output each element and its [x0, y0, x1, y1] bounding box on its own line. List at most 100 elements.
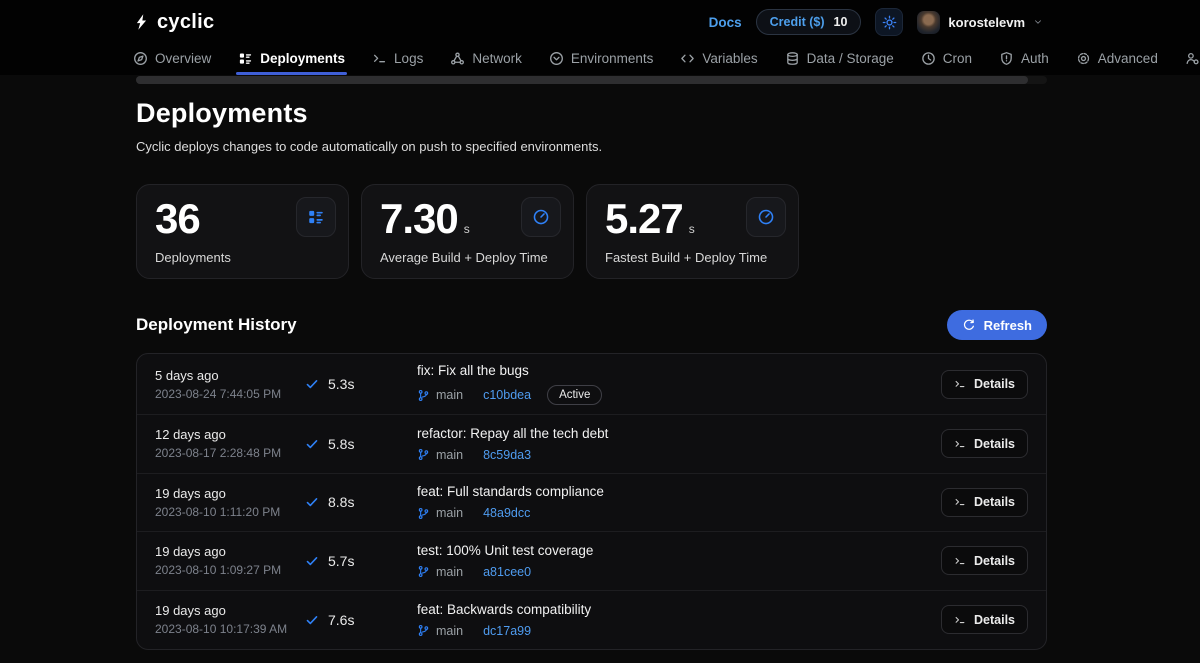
deployment-row: 12 days ago 2023-08-17 2:28:48 PM 5.8s r… — [137, 415, 1046, 474]
terminal-icon — [954, 496, 966, 508]
docs-link[interactable]: Docs — [709, 15, 742, 30]
deployments-page: Deployments Cyclic deploys changes to co… — [0, 84, 1200, 650]
details-label: Details — [974, 495, 1015, 509]
details-label: Details — [974, 437, 1015, 451]
deploy-duration: 8.8s — [328, 494, 354, 510]
deploy-timestamp: 2023-08-10 10:17:39 AM — [155, 622, 305, 636]
details-label: Details — [974, 554, 1015, 568]
stat-value: 7.30 — [380, 195, 458, 242]
stat-label: Average Build + Deploy Time — [380, 250, 548, 265]
tab-overview[interactable]: Overview — [133, 44, 211, 75]
refresh-button[interactable]: Refresh — [947, 310, 1047, 340]
stat-unit: s — [464, 222, 470, 236]
history-header: Deployment History Refresh — [136, 310, 1047, 340]
branch-name: main — [436, 624, 463, 638]
terminal-icon — [954, 378, 966, 390]
commit-message: refactor: Repay all the tech debt — [417, 426, 948, 441]
avatar — [917, 11, 940, 34]
tab-cron[interactable]: Cron — [921, 44, 972, 75]
deployment-row: 19 days ago 2023-08-10 1:11:20 PM 8.8s f… — [137, 474, 1046, 533]
app-logo[interactable]: cyclic — [133, 10, 214, 34]
overview-icon — [133, 51, 148, 66]
credit-value: 10 — [834, 15, 848, 29]
credit-badge[interactable]: Credit ($) 10 — [756, 9, 862, 35]
terminal-icon — [372, 51, 387, 66]
git-branch-icon — [417, 507, 430, 520]
tab-network[interactable]: Network — [450, 44, 522, 75]
database-icon — [785, 51, 800, 66]
deployments-icon — [296, 197, 336, 237]
stat-card: 36 Deployments — [136, 184, 349, 279]
stat-value: 36 — [155, 195, 200, 242]
deploy-duration: 7.6s — [328, 612, 354, 628]
terminal-icon — [954, 555, 966, 567]
details-button[interactable]: Details — [941, 429, 1028, 458]
timer-icon — [521, 197, 561, 237]
deploy-timestamp: 2023-08-10 1:11:20 PM — [155, 505, 305, 519]
tab-variables[interactable]: Variables — [680, 44, 757, 75]
nav-scrollbar-thumb[interactable] — [136, 76, 1028, 84]
branch-name: main — [436, 388, 463, 402]
commit-message: feat: Backwards compatibility — [417, 602, 948, 617]
commit-hash-link[interactable]: c10bdea — [483, 388, 531, 402]
tab-deployments[interactable]: Deployments — [238, 44, 345, 75]
chevron-down-icon — [1033, 17, 1043, 27]
deployments-icon — [238, 51, 253, 66]
logo-text: cyclic — [157, 11, 214, 34]
tab-logs[interactable]: Logs — [372, 44, 423, 75]
stat-value: 5.27 — [605, 195, 683, 242]
history-title: Deployment History — [136, 315, 297, 335]
tab-advanced[interactable]: Advanced — [1076, 44, 1158, 75]
deploy-age: 5 days ago — [155, 368, 305, 383]
refresh-icon — [962, 318, 976, 332]
nav-scrollbar[interactable] — [136, 76, 1047, 84]
admin-icon — [1185, 51, 1200, 66]
details-label: Details — [974, 613, 1015, 627]
commit-message: feat: Full standards compliance — [417, 484, 948, 499]
user-menu[interactable]: korostelevm — [917, 11, 1043, 34]
commit-hash-link[interactable]: 48a9dcc — [483, 506, 530, 520]
stat-card: 5.27s Fastest Build + Deploy Time — [586, 184, 799, 279]
stats-row: 36 Deployments 7.30 s Average Build + Dep… — [136, 184, 1047, 279]
username: korostelevm — [948, 15, 1025, 30]
app-header: cyclic Docs Credit ($) 10 korostelevm — [0, 0, 1200, 44]
branch-name: main — [436, 506, 463, 520]
page-subtitle: Cyclic deploys changes to code automatic… — [136, 139, 1047, 154]
details-button[interactable]: Details — [941, 488, 1028, 517]
active-badge: Active — [547, 385, 602, 405]
stat-card: 7.30 s Average Build + Deploy Time — [361, 184, 574, 279]
check-icon — [305, 613, 319, 627]
theme-toggle-button[interactable] — [875, 8, 903, 36]
page-title: Deployments — [136, 98, 1047, 129]
deployment-history-list: 5 days ago 2023-08-24 7:44:05 PM 5.3s fi… — [136, 353, 1047, 650]
clock-icon — [921, 51, 936, 66]
deploy-age: 19 days ago — [155, 486, 305, 501]
tab-data-storage[interactable]: Data / Storage — [785, 44, 894, 75]
deploy-age: 19 days ago — [155, 603, 305, 618]
details-button[interactable]: Details — [941, 546, 1028, 575]
deploy-duration: 5.7s — [328, 553, 354, 569]
check-icon — [305, 437, 319, 451]
tab-auth[interactable]: Auth — [999, 44, 1049, 75]
details-button[interactable]: Details — [941, 605, 1028, 634]
tab-admin[interactable]: Ad — [1185, 44, 1200, 75]
refresh-label: Refresh — [984, 318, 1032, 333]
tab-environments[interactable]: Environments — [549, 44, 654, 75]
deployment-row: 5 days ago 2023-08-24 7:44:05 PM 5.3s fi… — [137, 354, 1046, 415]
stat-unit: s — [689, 222, 695, 236]
app-nav: Overview Deployments Logs Network Enviro… — [0, 44, 1200, 75]
check-icon — [305, 495, 319, 509]
deploy-age: 12 days ago — [155, 427, 305, 442]
deploy-duration: 5.8s — [328, 436, 354, 452]
commit-hash-link[interactable]: a81cee0 — [483, 565, 531, 579]
deploy-timestamp: 2023-08-10 1:09:27 PM — [155, 563, 305, 577]
git-branch-icon — [417, 565, 430, 578]
shield-icon — [999, 51, 1014, 66]
commit-hash-link[interactable]: 8c59da3 — [483, 448, 531, 462]
commit-hash-link[interactable]: dc17a99 — [483, 624, 531, 638]
deploy-timestamp: 2023-08-24 7:44:05 PM — [155, 387, 305, 401]
git-branch-icon — [417, 448, 430, 461]
timer-icon — [746, 197, 786, 237]
branch-name: main — [436, 565, 463, 579]
details-button[interactable]: Details — [941, 370, 1028, 399]
